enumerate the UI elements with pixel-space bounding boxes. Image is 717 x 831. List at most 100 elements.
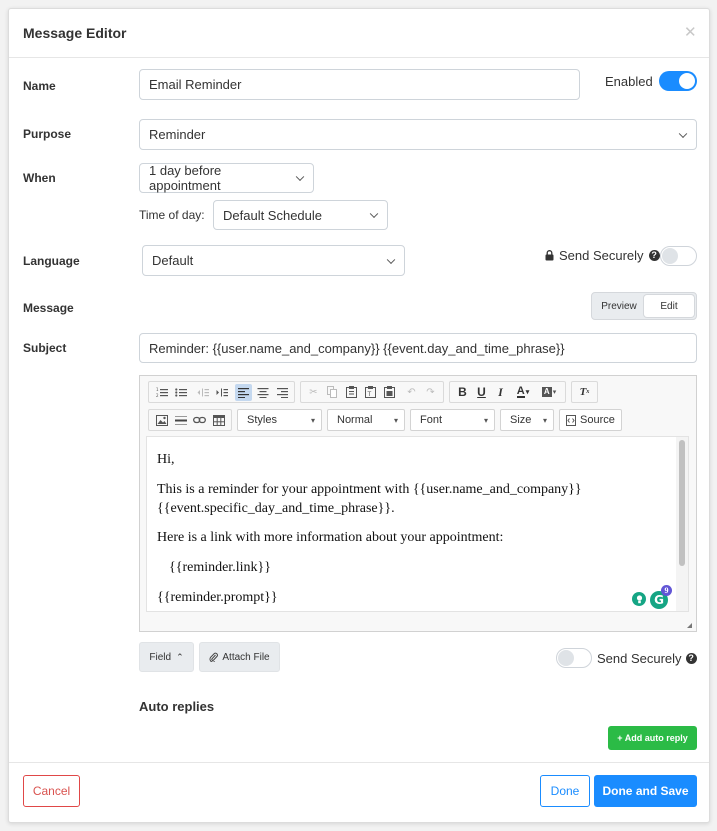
chevron-down-icon — [386, 255, 396, 264]
content-line-4: Here is a link with more information abo… — [157, 530, 504, 545]
paperclip-icon — [209, 652, 219, 662]
modal-title: Message Editor — [23, 25, 127, 41]
horizontal-rule-icon[interactable] — [172, 412, 189, 429]
font-combo[interactable]: Font ▾ — [410, 409, 495, 431]
content-line-3: {{event.specific_day_and_time_phrase}}. — [157, 501, 395, 516]
svg-text:2: 2 — [156, 393, 159, 398]
indent-icon[interactable] — [213, 384, 230, 401]
close-icon[interactable]: ✕ — [684, 23, 697, 41]
source-button[interactable]: Source — [559, 409, 622, 431]
italic-icon[interactable]: I — [492, 384, 509, 401]
auto-replies-heading: Auto replies — [139, 699, 215, 714]
enabled-label: Enabled — [605, 74, 653, 89]
when-label: When — [23, 171, 56, 185]
align-right-icon[interactable] — [273, 384, 290, 401]
remove-format-icon[interactable]: Tx — [576, 384, 593, 401]
language-select[interactable]: Default — [142, 245, 405, 276]
scrollbar-thumb[interactable] — [679, 440, 685, 566]
editor-scrollbar[interactable] — [676, 437, 688, 611]
send-securely-bottom: Send Securely ? — [597, 651, 697, 666]
chevron-down-icon: ▾ — [542, 415, 547, 425]
numbered-list-icon[interactable]: 12 — [153, 384, 170, 401]
language-select-value: Default — [152, 253, 194, 268]
help-icon[interactable]: ? — [685, 653, 697, 664]
preview-edit-toggle: Preview Edit — [591, 292, 697, 320]
field-button[interactable]: Field ⌃ — [139, 642, 194, 672]
time-of-day-label: Time of day: — [139, 208, 205, 222]
message-editor-modal: Message Editor ✕ Name Email Reminder Ena… — [8, 8, 710, 823]
chevron-down-icon — [678, 129, 688, 138]
toolbar-row-1: 12 ✂ T ↶ ↷ B U I A ▾ A ▾ T x — [148, 381, 603, 403]
size-combo-label: Size — [510, 414, 532, 426]
send-securely-toggle-top[interactable] — [660, 246, 697, 266]
outdent-icon[interactable] — [194, 384, 211, 401]
editor-content[interactable]: Hi, This is a reminder for your appointm… — [146, 436, 689, 612]
bullet-list-icon[interactable] — [172, 384, 189, 401]
table-icon[interactable] — [210, 412, 227, 429]
bold-icon[interactable]: B — [454, 384, 471, 401]
toolbar-group-insert — [148, 409, 232, 431]
redo-icon[interactable]: ↷ — [422, 384, 439, 401]
grammarly-widget[interactable]: G 9 — [632, 585, 674, 611]
name-input[interactable]: Email Reminder — [139, 69, 580, 100]
image-icon[interactable] — [153, 412, 170, 429]
tab-edit[interactable]: Edit — [644, 295, 694, 317]
add-auto-reply-button[interactable]: + Add auto reply — [608, 726, 697, 750]
purpose-label: Purpose — [23, 127, 72, 141]
content-line-5: {{reminder.link}} — [169, 560, 271, 575]
paste-text-icon[interactable]: T — [362, 384, 379, 401]
link-icon[interactable] — [191, 412, 208, 429]
svg-text:1: 1 — [156, 387, 159, 392]
send-securely-label: Send Securely — [559, 248, 644, 263]
subject-label: Subject — [23, 341, 67, 355]
send-securely-toggle-bottom[interactable] — [556, 648, 592, 668]
paste-word-icon[interactable] — [381, 384, 398, 401]
styles-combo-label: Styles — [247, 414, 277, 426]
attach-file-button[interactable]: Attach File — [199, 642, 280, 672]
chevron-down-icon — [295, 172, 305, 182]
toolbar-group-format: B U I A ▾ A ▾ — [449, 381, 566, 403]
copy-icon[interactable] — [324, 384, 341, 401]
styles-combo[interactable]: Styles ▾ — [237, 409, 322, 431]
header-divider — [9, 57, 709, 58]
attach-file-label: Attach File — [222, 651, 270, 663]
when-select[interactable]: 1 day before appointment — [139, 163, 314, 193]
cancel-button[interactable]: Cancel — [23, 775, 80, 807]
align-center-icon[interactable] — [254, 384, 271, 401]
time-of-day-select[interactable]: Default Schedule — [213, 200, 388, 230]
lock-icon — [545, 250, 554, 261]
rich-text-editor: 12 ✂ T ↶ ↷ B U I A ▾ A ▾ T x Styles ▾ No… — [139, 375, 697, 632]
field-button-label: Field — [149, 651, 172, 663]
name-label: Name — [23, 79, 56, 93]
font-combo-label: Font — [420, 414, 443, 426]
align-left-icon[interactable] — [235, 383, 252, 401]
done-and-save-button[interactable]: Done and Save — [594, 775, 697, 807]
send-securely-top: Send Securely ? — [545, 248, 660, 263]
text-color-icon[interactable]: A ▾ — [511, 384, 535, 401]
lightbulb-icon[interactable] — [632, 592, 646, 606]
chevron-up-icon: ⌃ — [176, 651, 184, 662]
content-line-6: {{reminder.prompt}} — [157, 590, 278, 605]
format-combo[interactable]: Normal ▾ — [327, 409, 405, 431]
toggle-knob — [558, 650, 574, 666]
tab-preview[interactable]: Preview — [594, 295, 644, 317]
time-of-day-value: Default Schedule — [223, 207, 323, 223]
subject-input[interactable]: Reminder: {{user.name_and_company}} {{ev… — [139, 333, 697, 363]
toggle-knob — [679, 73, 695, 89]
toolbar-group-lists: 12 — [148, 381, 295, 403]
cut-icon[interactable]: ✂ — [305, 384, 322, 401]
enabled-toggle[interactable] — [659, 71, 697, 91]
purpose-select[interactable]: Reminder — [139, 119, 697, 150]
chevron-down-icon: ▾ — [483, 415, 488, 425]
paste-icon[interactable] — [343, 384, 360, 401]
undo-icon[interactable]: ↶ — [403, 384, 420, 401]
chevron-down-icon — [369, 209, 379, 219]
help-icon[interactable]: ? — [648, 250, 660, 261]
when-select-value: 1 day before appointment — [149, 163, 222, 193]
underline-icon[interactable]: U — [473, 384, 490, 401]
background-color-icon[interactable]: A ▾ — [537, 384, 561, 401]
size-combo[interactable]: Size ▾ — [500, 409, 554, 431]
footer-divider — [9, 762, 709, 763]
done-button[interactable]: Done — [540, 775, 590, 807]
resize-handle[interactable] — [687, 623, 692, 628]
